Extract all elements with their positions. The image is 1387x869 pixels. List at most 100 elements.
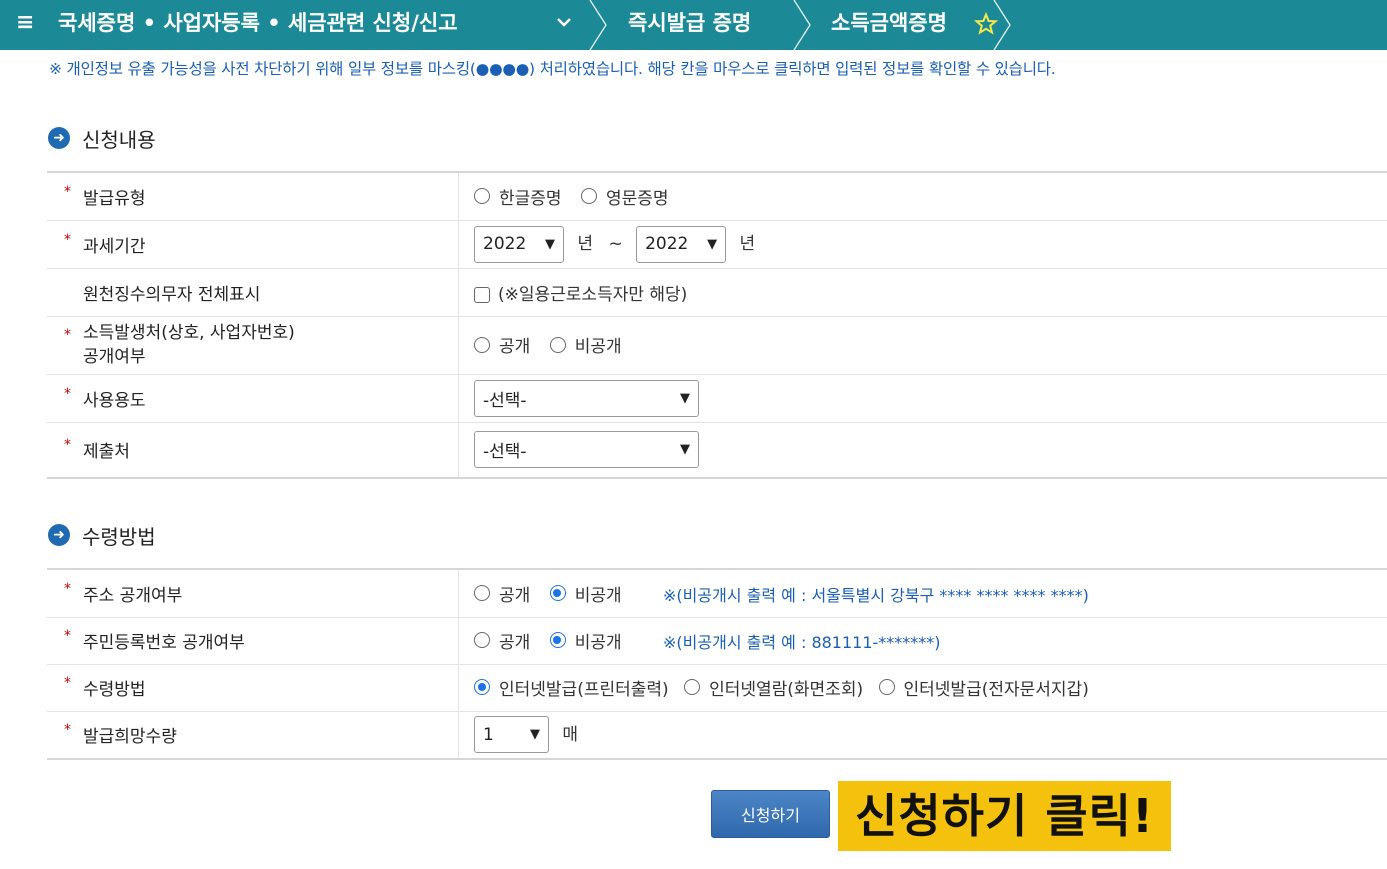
- required-mark-icon: *: [64, 722, 71, 739]
- radio-circle-icon[interactable]: [474, 585, 490, 601]
- label-withholding-display: 원천징수의무자 전체표시: [83, 284, 261, 305]
- radio-label: 인터넷발급(전자문서지갑): [903, 679, 1089, 700]
- form-row-rrn-disclosure: * 주민등록번호 공개여부 공개 비공개 ※(비공개시 출력 예 : 881111…: [47, 617, 1387, 665]
- select-period-from[interactable]: 2022 ▼: [474, 225, 564, 263]
- radio-source-public[interactable]: 공개: [474, 332, 530, 357]
- chevron-down-icon[interactable]: [556, 12, 572, 34]
- select-value: 2022: [645, 234, 689, 254]
- radio-label: 공개: [499, 632, 531, 653]
- form-row-receipt-method: * 수령방법 인터넷발급(프린터출력) 인터넷열람(화면조회) 인터넷발급(전자문…: [47, 664, 1387, 712]
- required-mark-icon: *: [64, 675, 71, 691]
- form-row-issue-type: * 발급유형 한글증명 영문증명: [47, 171, 1387, 221]
- radio-english-certificate[interactable]: 영문증명: [580, 184, 669, 209]
- checkbox-withholding-all[interactable]: [474, 286, 490, 303]
- radio-rrn-public[interactable]: 공개: [474, 628, 530, 653]
- label-income-source-line1: 소득발생처(상호, 사업자번호): [83, 323, 295, 343]
- label-issue-type: 발급유형: [83, 188, 146, 209]
- breadcrumb-separator-icon: [793, 0, 811, 50]
- section-title: 신청내용: [82, 127, 156, 152]
- submit-button[interactable]: 신청하기: [711, 790, 830, 838]
- chevron-down-icon: ▼: [680, 390, 690, 406]
- breadcrumb-instant-issue[interactable]: 즉시발급 증명: [628, 10, 751, 36]
- top-nav-bar: ≡ 국세증명 • 사업자등록 • 세금관련 신청/신고 즉시발급 증명 소득금액…: [0, 0, 1387, 50]
- required-mark-icon: *: [64, 628, 71, 644]
- radio-label: 공개: [499, 585, 531, 606]
- radio-checked-icon[interactable]: [549, 585, 566, 601]
- radio-label: 비공개: [574, 585, 622, 606]
- withholding-note: (※일용근로소득자만 해당): [498, 284, 688, 305]
- radio-label: 인터넷발급(프린터출력): [499, 679, 669, 700]
- form-row-submit-to: * 제출처 -선택- ▼: [47, 422, 1387, 479]
- select-purpose[interactable]: -선택- ▼: [474, 379, 699, 417]
- privacy-notice: ※ 개인정보 유출 가능성을 사전 차단하기 위해 일부 정보를 마스킹(●●●…: [49, 60, 1056, 78]
- radio-internet-print[interactable]: 인터넷발급(프린터출력): [474, 675, 669, 700]
- breadcrumb-income-certificate[interactable]: 소득금액증명: [831, 10, 947, 36]
- radio-rrn-private[interactable]: 비공개: [549, 628, 622, 653]
- radio-circle-icon[interactable]: [878, 679, 895, 696]
- radio-address-private[interactable]: 비공개: [549, 581, 622, 606]
- required-mark-icon: *: [64, 385, 71, 402]
- radio-label: 한글증명: [499, 188, 562, 209]
- radio-label: 비공개: [574, 337, 622, 358]
- form-row-address-disclosure: * 주소 공개여부 공개 비공개 ※(비공개시 출력 예 : 서울특별시 강북구 …: [47, 568, 1387, 618]
- required-mark-icon: *: [64, 437, 71, 454]
- menu-icon[interactable]: ≡: [16, 11, 34, 35]
- select-period-to[interactable]: 2022 ▼: [636, 225, 727, 263]
- arrow-right-circle-icon: ➜: [48, 127, 70, 149]
- radio-korean-certificate[interactable]: 한글증명: [474, 184, 562, 209]
- label-submit-to: 제출처: [83, 442, 130, 463]
- receipt-form-table: * 주소 공개여부 공개 비공개 ※(비공개시 출력 예 : 서울특별시 강북구 …: [47, 568, 1387, 760]
- radio-circle-icon[interactable]: [474, 632, 490, 649]
- section-header-receipt: ➜ 수령방법: [48, 521, 156, 549]
- required-mark-icon: *: [64, 183, 71, 200]
- instruction-callout: 신청하기 클릭!: [838, 781, 1171, 851]
- radio-e-wallet[interactable]: 인터넷발급(전자문서지갑): [878, 675, 1089, 700]
- radio-circle-icon[interactable]: [549, 336, 566, 353]
- chevron-down-icon: ▼: [680, 442, 690, 458]
- label-income-source-line2: 공개여부: [83, 347, 146, 367]
- radio-circle-icon[interactable]: [474, 336, 490, 353]
- required-mark-icon: *: [64, 231, 71, 248]
- quantity-unit: 매: [562, 724, 579, 745]
- radio-circle-icon[interactable]: [684, 679, 701, 696]
- chevron-down-icon: ▼: [707, 236, 718, 252]
- chevron-down-icon: ▼: [530, 727, 540, 743]
- radio-address-public[interactable]: 공개: [474, 581, 530, 606]
- required-mark-icon: *: [64, 326, 71, 343]
- radio-internet-view[interactable]: 인터넷열람(화면조회): [684, 675, 863, 700]
- select-submit-to[interactable]: -선택- ▼: [474, 431, 699, 469]
- breadcrumb-separator-icon: [993, 0, 1011, 50]
- select-quantity[interactable]: 1 ▼: [474, 716, 549, 754]
- required-mark-icon: *: [64, 580, 71, 597]
- radio-circle-icon[interactable]: [474, 188, 490, 204]
- radio-circle-icon[interactable]: [580, 188, 597, 204]
- section-title: 수령방법: [82, 524, 156, 549]
- select-value: -선택-: [483, 442, 527, 463]
- label-receipt-method: 수령방법: [83, 680, 146, 700]
- section-header-application: ➜ 신청내용: [48, 124, 156, 152]
- year-label: 년: [577, 234, 594, 254]
- form-row-withholding: 원천징수의무자 전체표시 (※일용근로소득자만 해당): [47, 268, 1387, 317]
- range-tilde: ~: [608, 234, 623, 254]
- rrn-hint: ※(비공개시 출력 예 : 881111-*******): [663, 633, 941, 653]
- label-quantity: 발급희망수량: [83, 727, 177, 748]
- form-row-tax-period: * 과세기간 2022 ▼ 년 ~ 2022 ▼ 년: [47, 220, 1387, 269]
- form-row-income-source-disclosure: * 소득발생처(상호, 사업자번호) 공개여부 공개 비공개: [47, 316, 1387, 375]
- radio-checked-icon[interactable]: [549, 632, 566, 649]
- year-label: 년: [739, 234, 756, 254]
- form-row-quantity: * 발급희망수량 1 ▼ 매: [47, 711, 1387, 760]
- select-value: 2022: [483, 234, 527, 254]
- nav-title[interactable]: 국세증명 • 사업자등록 • 세금관련 신청/신고: [58, 10, 458, 36]
- label-address-disclosure: 주소 공개여부: [83, 585, 183, 606]
- breadcrumb-separator-icon: [589, 0, 607, 50]
- application-form-table: * 발급유형 한글증명 영문증명 * 과세기간 2022 ▼ 년 ~ 2022 ▼ 년 …: [47, 171, 1387, 479]
- radio-source-private[interactable]: 비공개: [549, 332, 622, 358]
- radio-checked-icon[interactable]: [474, 679, 490, 696]
- chevron-down-icon: ▼: [545, 236, 555, 252]
- label-tax-period: 과세기간: [83, 236, 146, 257]
- radio-label: 영문증명: [605, 188, 669, 209]
- radio-label: 공개: [499, 337, 531, 358]
- arrow-right-circle-icon: ➜: [48, 524, 70, 546]
- address-hint: ※(비공개시 출력 예 : 서울특별시 강북구 **** **** **** *…: [663, 586, 1089, 605]
- label-rrn-disclosure: 주민등록번호 공개여부: [83, 633, 245, 653]
